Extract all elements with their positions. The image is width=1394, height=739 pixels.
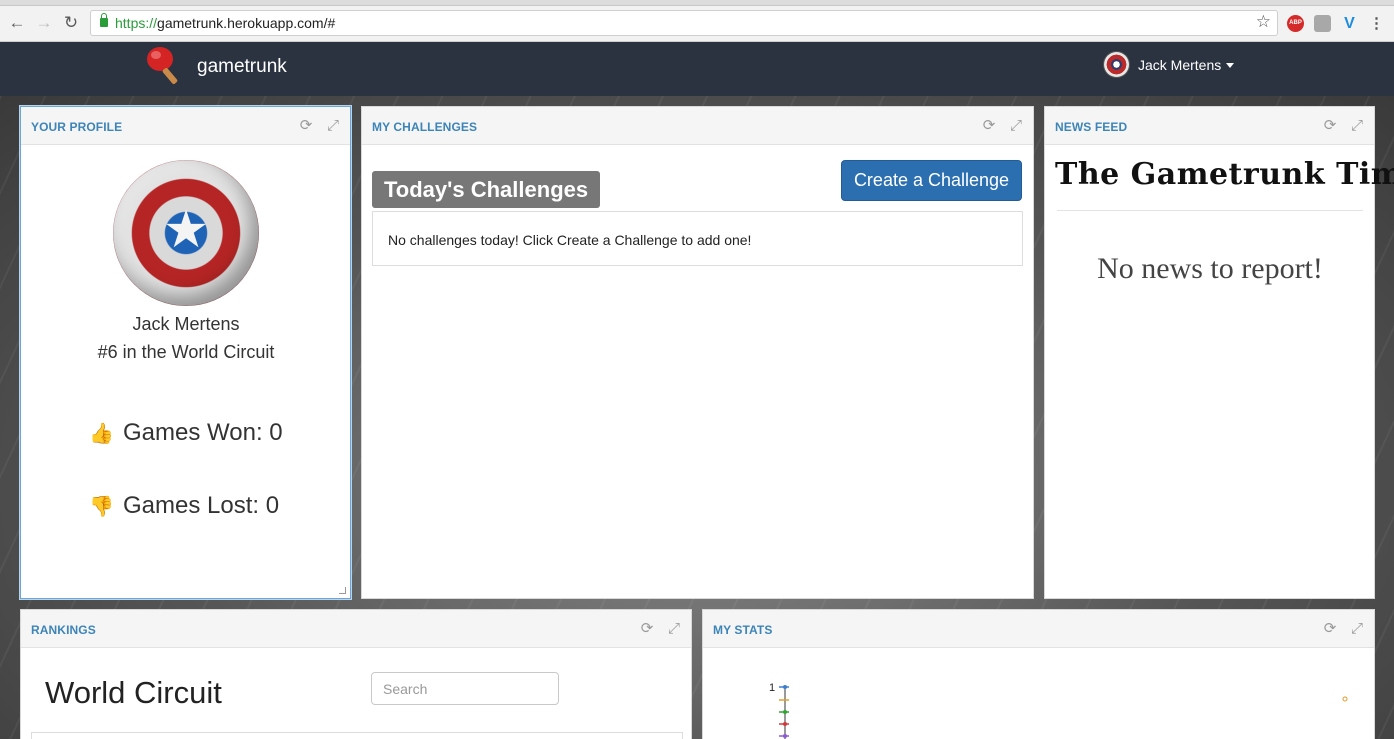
- refresh-icon[interactable]: ⟳: [639, 621, 655, 637]
- empty-message: No news to report!: [1097, 252, 1323, 285]
- stats-panel: MY STATS ⟳ ⤢ 1: [702, 609, 1375, 739]
- expand-icon[interactable]: ⤢: [325, 118, 341, 134]
- stats-chart: 1: [769, 682, 1348, 739]
- adblock-extension-icon[interactable]: ABP: [1287, 15, 1304, 32]
- user-name: Jack Mertens: [1138, 57, 1222, 73]
- extension-icon[interactable]: [1314, 15, 1331, 32]
- url-text: https://gametrunk.herokuapp.com/#: [115, 15, 336, 31]
- browser-toolbar: ← → ↻ https://gametrunk.herokuapp.com/# …: [0, 6, 1394, 42]
- challenges-list: No challenges today! Click Create a Chal…: [372, 211, 1023, 266]
- vimeo-extension-icon[interactable]: V: [1341, 15, 1358, 32]
- games-lost-stat: 👎 Games Lost: 0: [89, 492, 279, 520]
- games-lost-label: Games Lost: 0: [123, 492, 280, 519]
- data-point: [1342, 696, 1348, 702]
- resize-handle[interactable]: [339, 587, 346, 594]
- thumbs-up-icon: 👍: [89, 423, 114, 445]
- caret-down-icon: [1226, 63, 1234, 68]
- challenges-panel: MY CHALLENGES ⟳ ⤢ Today's Challenges Cre…: [361, 106, 1034, 599]
- thumbs-down-icon: 👎: [89, 496, 114, 518]
- refresh-icon[interactable]: ⟳: [981, 118, 997, 134]
- reload-icon[interactable]: ↻: [61, 13, 81, 33]
- refresh-icon[interactable]: ⟳: [1322, 621, 1338, 637]
- search-input[interactable]: [371, 672, 559, 705]
- profile-panel: YOUR PROFILE ⟳ ⤢ ★ Jack Mertens #6 in th…: [20, 106, 351, 599]
- panel-title: NEWS FEED: [1055, 120, 1128, 134]
- panel-header: YOUR PROFILE ⟳ ⤢: [21, 107, 350, 145]
- address-bar[interactable]: https://gametrunk.herokuapp.com/# ☆: [90, 10, 1278, 36]
- lock-icon: [100, 13, 108, 27]
- panel-title: RANKINGS: [31, 623, 96, 637]
- data-point: [783, 710, 787, 714]
- browser-menu-icon[interactable]: ⋮: [1368, 15, 1385, 32]
- back-icon[interactable]: ←: [7, 13, 27, 33]
- games-won-stat: 👍 Games Won: 0: [89, 419, 283, 447]
- y-tick-label: 1: [769, 682, 775, 694]
- games-won-label: Games Won: 0: [123, 419, 283, 446]
- brand-name[interactable]: gametrunk: [197, 56, 287, 78]
- panel-title: MY CHALLENGES: [372, 120, 478, 134]
- expand-icon[interactable]: ⤢: [1008, 118, 1024, 134]
- todays-challenges-heading: Today's Challenges: [372, 171, 601, 208]
- panel-title: YOUR PROFILE: [31, 120, 123, 134]
- data-point: [783, 734, 787, 738]
- empty-message: No challenges today! Click Create a Chal…: [388, 232, 752, 248]
- refresh-icon[interactable]: ⟳: [298, 118, 314, 134]
- panel-header: RANKINGS ⟳ ⤢: [21, 610, 691, 648]
- profile-avatar: ★: [113, 160, 259, 306]
- star-icon: ★: [162, 201, 210, 259]
- expand-icon[interactable]: ⤢: [666, 621, 682, 637]
- panel-header: NEWS FEED ⟳ ⤢: [1045, 107, 1374, 145]
- panel-header: MY CHALLENGES ⟳ ⤢: [362, 107, 1033, 145]
- create-challenge-button[interactable]: Create a Challenge: [841, 160, 1022, 201]
- bookmark-star-icon[interactable]: ☆: [1256, 12, 1271, 32]
- world-circuit-heading: World Circuit: [45, 675, 222, 710]
- refresh-icon[interactable]: ⟳: [1322, 118, 1338, 134]
- expand-icon[interactable]: ⤢: [1349, 118, 1365, 134]
- profile-rank: #6 in the World Circuit: [97, 342, 275, 362]
- panel-title: MY STATS: [713, 623, 773, 637]
- panel-header: MY STATS ⟳ ⤢: [703, 610, 1374, 648]
- paddle-logo-icon[interactable]: [146, 45, 182, 85]
- rankings-panel: RANKINGS ⟳ ⤢ World Circuit: [20, 609, 692, 739]
- divider: [1057, 210, 1363, 211]
- profile-name: Jack Mertens: [132, 314, 240, 334]
- data-point: [783, 685, 787, 689]
- forward-icon[interactable]: →: [34, 13, 54, 33]
- data-point: [783, 722, 787, 726]
- news-panel: NEWS FEED ⟳ ⤢ The Gametrunk Times No new…: [1044, 106, 1394, 599]
- rankings-table: [31, 732, 683, 739]
- app-navbar: gametrunk Jack Mertens: [0, 42, 1394, 96]
- expand-icon[interactable]: ⤢: [1349, 621, 1365, 637]
- avatar: [1104, 52, 1129, 77]
- news-masthead: The Gametrunk Times: [1055, 157, 1394, 192]
